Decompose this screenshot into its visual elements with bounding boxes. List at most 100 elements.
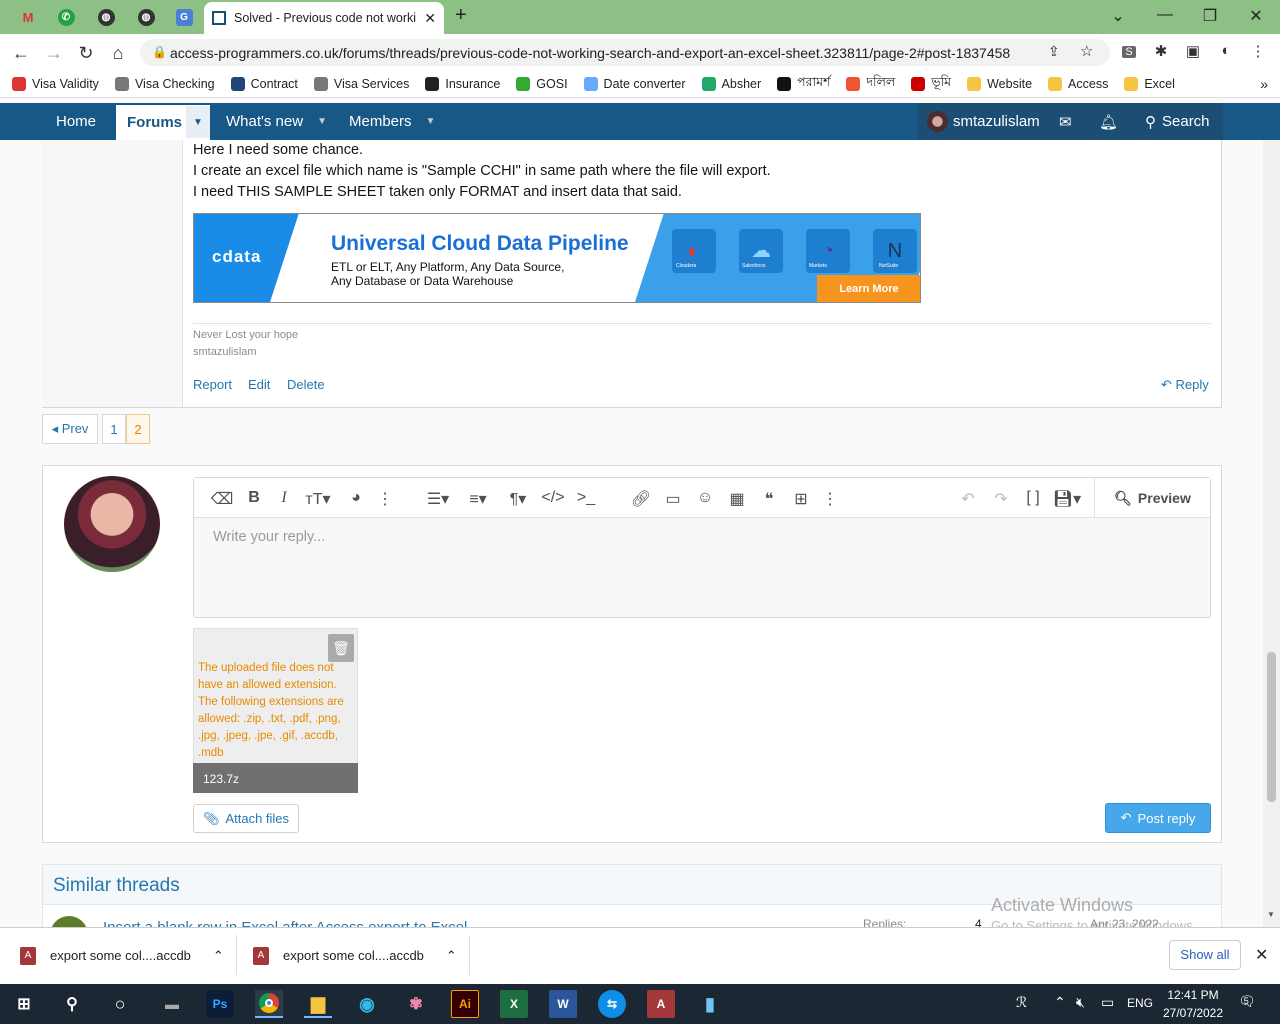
edge-icon[interactable]: ◉ xyxy=(353,990,381,1018)
bookmark-item[interactable]: Date converter xyxy=(583,76,686,91)
access-icon[interactable]: A xyxy=(647,990,675,1018)
chevron-up-icon[interactable]: ⌃ xyxy=(446,948,457,964)
download-item[interactable]: A export some col....accdb ⌃ xyxy=(20,927,224,984)
link-icon[interactable]: 🔗︎ xyxy=(629,489,653,509)
image-icon[interactable]: ▭ xyxy=(661,489,685,509)
clear-format-icon[interactable]: ⌫ xyxy=(210,489,234,509)
nav-members[interactable]: Members ▼ xyxy=(349,103,435,140)
align-icon[interactable]: ≡▾ xyxy=(463,489,493,509)
scrollbar-thumb[interactable] xyxy=(1267,652,1276,802)
account-username[interactable]: smtazulislam xyxy=(953,103,1040,140)
bbcode-toggle-icon[interactable]: [ ] xyxy=(1021,489,1045,507)
share-icon[interactable]: ⇪ xyxy=(1048,43,1060,60)
excel-icon[interactable]: X xyxy=(500,990,528,1018)
teamviewer-icon[interactable]: ⇆ xyxy=(598,990,626,1018)
similar-thread-link[interactable]: Insert a blank row in Excel after Access… xyxy=(103,917,533,927)
alerts-bell-icon[interactable]: 🔔︎ xyxy=(1099,103,1118,140)
close-downloads-icon[interactable]: ✕ xyxy=(1255,945,1268,965)
address-bar[interactable]: 🔒 access-programmers.co.uk/forums/thread… xyxy=(140,39,1110,66)
restore-icon[interactable]: ❐ xyxy=(1200,6,1220,26)
avatar[interactable] xyxy=(927,111,948,132)
redo-icon[interactable]: ↷ xyxy=(989,489,1013,509)
bold-icon[interactable]: B xyxy=(242,489,266,507)
search-icon[interactable]: ⚲ xyxy=(58,990,86,1018)
report-link[interactable]: Report xyxy=(193,377,232,392)
tab-search-icon[interactable]: ⌄ xyxy=(1108,6,1128,26)
volume-muted-icon[interactable]: 🔇︎ xyxy=(1076,994,1085,1011)
reload-icon[interactable]: ↻ xyxy=(75,43,97,64)
side-panel-icon[interactable]: ▣ xyxy=(1182,42,1204,62)
notifications-icon[interactable]: 🗨︎5 xyxy=(1238,993,1261,1010)
word-icon[interactable]: W xyxy=(549,990,577,1018)
app-icon[interactable]: ✾ xyxy=(402,990,430,1018)
translate-tab-icon[interactable]: G xyxy=(170,5,198,29)
post-reply-button[interactable]: ↶ Post reply xyxy=(1105,803,1211,833)
cortana-icon[interactable]: ○ xyxy=(106,990,134,1018)
emoji-icon[interactable]: ☺ xyxy=(693,489,717,507)
search-button[interactable]: ⚲ Search xyxy=(1145,103,1210,140)
quote-icon[interactable]: ❝ xyxy=(757,489,781,509)
page-link-current[interactable]: 2 xyxy=(126,414,150,444)
language-indicator[interactable]: ENG xyxy=(1127,996,1153,1010)
paragraph-icon[interactable]: ¶▾ xyxy=(503,489,533,509)
nav-home[interactable]: Home xyxy=(56,103,96,140)
drafts-icon[interactable]: 💾︎▾ xyxy=(1052,489,1082,509)
delete-upload-icon[interactable]: 🗑︎ xyxy=(328,634,354,662)
bookmark-item[interactable]: Excel xyxy=(1124,76,1175,91)
delete-link[interactable]: Delete xyxy=(287,377,325,392)
minimize-icon[interactable]: — xyxy=(1155,6,1175,24)
bookmark-item[interactable]: Access xyxy=(1048,76,1108,91)
network-icon[interactable]: ▭ xyxy=(1101,994,1114,1011)
people-icon[interactable]: ℛ xyxy=(1016,994,1027,1011)
extension-s-icon[interactable]: S xyxy=(1118,42,1140,62)
bookmark-item[interactable]: Visa Services xyxy=(313,76,409,91)
profile-icon[interactable]: ◐ xyxy=(1215,42,1237,62)
edit-link[interactable]: Edit xyxy=(248,377,270,392)
palette-icon[interactable]: ◕ xyxy=(344,489,368,507)
illustrator-icon[interactable]: Ai xyxy=(451,990,479,1018)
bookmark-item[interactable]: Insurance xyxy=(425,76,500,91)
attach-files-button[interactable]: 📎︎ Attach files xyxy=(193,804,299,833)
undo-icon[interactable]: ↶ xyxy=(956,489,980,509)
app-icon[interactable]: ▮ xyxy=(696,990,724,1018)
ad-cta-button[interactable]: Learn More xyxy=(817,275,920,302)
table-icon[interactable]: ⊞ xyxy=(789,489,813,509)
app-icon[interactable]: ▬ xyxy=(158,990,186,1018)
clock-date[interactable]: 27/07/2022 xyxy=(1161,1006,1225,1020)
more-bookmarks-icon[interactable]: » xyxy=(1260,76,1268,92)
italic-icon[interactable]: I xyxy=(272,489,296,507)
bookmark-item[interactable]: Website xyxy=(967,76,1032,91)
bookmark-item[interactable]: পরামর্শ xyxy=(777,74,830,94)
forums-dropdown-icon[interactable]: ▼ xyxy=(186,106,210,138)
bookmark-item[interactable]: Visa Validity xyxy=(12,76,99,91)
close-tab-icon[interactable]: ✕ xyxy=(424,10,436,27)
page-scrollbar[interactable]: ▼ xyxy=(1263,140,1280,927)
extensions-puzzle-icon[interactable]: ✱ xyxy=(1150,42,1172,62)
whatsapp-tab-icon[interactable]: ✆ xyxy=(52,5,80,29)
globe-tab-icon[interactable]: ◍ xyxy=(92,5,120,29)
globe-tab-icon[interactable]: ◍ xyxy=(132,5,160,29)
bookmark-item[interactable]: Contract xyxy=(230,76,298,91)
preview-button[interactable]: 🔍︎ Preview xyxy=(1094,478,1210,518)
bookmark-star-icon[interactable]: ☆ xyxy=(1080,42,1093,60)
code-icon[interactable]: </> xyxy=(541,489,565,507)
list-icon[interactable]: ☰▾ xyxy=(423,489,453,509)
download-item[interactable]: A export some col....accdb ⌃ xyxy=(253,927,457,984)
inline-code-icon[interactable]: >_ xyxy=(573,489,599,507)
back-arrow-icon[interactable]: ← xyxy=(10,43,32,64)
nav-whats-new[interactable]: What's new ▼ xyxy=(226,103,327,140)
bookmark-item[interactable]: ভূমি xyxy=(911,74,951,94)
clock-time[interactable]: 12:41 PM xyxy=(1165,988,1221,1002)
file-explorer-icon[interactable]: ▆ xyxy=(304,990,332,1018)
bookmark-item[interactable]: Absher xyxy=(701,76,761,91)
more-format-icon[interactable]: ⋮ xyxy=(373,489,397,509)
bookmark-item[interactable]: দলিল xyxy=(846,74,895,94)
active-tab[interactable]: Solved - Previous code not worki ✕ xyxy=(204,2,444,34)
prev-page-button[interactable]: ◂ Prev xyxy=(42,414,98,444)
gmail-tab-icon[interactable]: M xyxy=(14,5,42,29)
chevron-up-icon[interactable]: ⌃ xyxy=(213,948,224,964)
page-link[interactable]: 1 xyxy=(102,414,126,444)
ad-banner[interactable]: cdata Universal Cloud Data Pipeline ETL … xyxy=(193,213,921,303)
photoshop-icon[interactable]: Ps xyxy=(206,990,234,1018)
windows-start-icon[interactable]: ⊞ xyxy=(10,990,38,1018)
